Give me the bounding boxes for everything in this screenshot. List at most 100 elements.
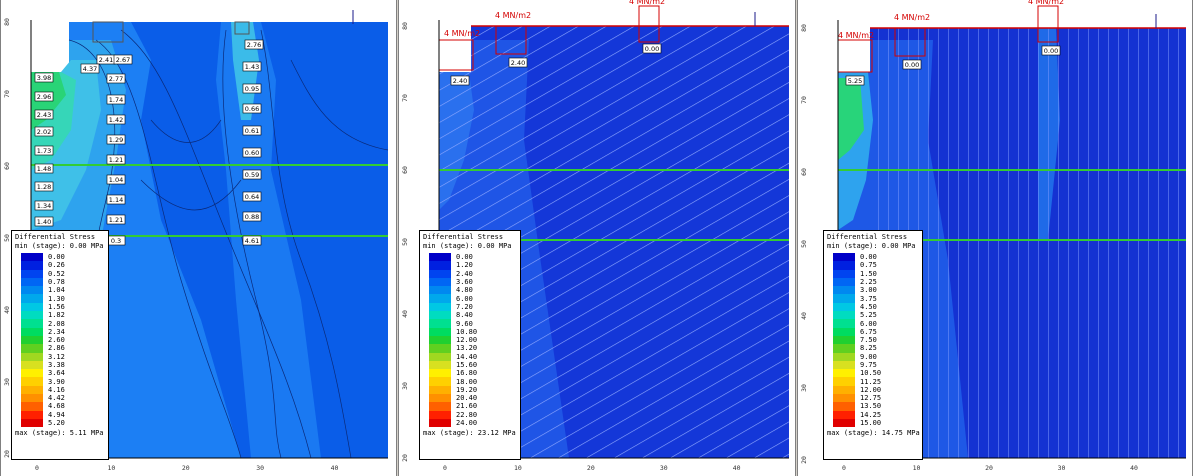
legend-value: 12.75 — [860, 394, 882, 403]
y-tick-label: 40 — [3, 306, 11, 314]
legend-entry: 0.52 — [21, 269, 105, 278]
legend-entry: 14.25 — [833, 410, 919, 419]
legend-swatch — [429, 410, 451, 419]
legend-entry: 8.25 — [833, 344, 919, 353]
stage-view-2[interactable]: 4 MN/m2 4 MN/m2 4 MN/m2 2.40 2.40 0.00 0 10 20… — [398, 0, 796, 476]
value-label: 2.76 — [247, 41, 261, 49]
x-tick-label: 40 — [1130, 464, 1138, 472]
legend-value: 11.25 — [860, 377, 882, 386]
legend-value: 0.00 — [860, 253, 877, 262]
legend-value: 0.26 — [48, 261, 65, 270]
x-tick-label: 30 — [660, 464, 668, 472]
stage-view-1[interactable]: 0 10 20 30 40 80 70 60 50 40 30 20 3.98 2.96 2.43 2.0… — [0, 0, 397, 476]
legend-entry: 1.56 — [21, 302, 105, 312]
legend-entry: 1.20 — [429, 261, 517, 270]
legend-min: min (stage): 0.00 MPa — [15, 242, 104, 250]
legend-swatch — [833, 369, 855, 378]
value-label: 0.66 — [245, 105, 259, 113]
legend-swatch — [833, 410, 855, 419]
legend-value: 10.50 — [860, 369, 882, 378]
legend-value: 21.60 — [456, 402, 478, 411]
legend-value: 12.00 — [456, 336, 478, 345]
legend-title: Differential Stress — [423, 233, 504, 241]
legend-swatch — [21, 369, 43, 378]
y-tick-label: 40 — [800, 312, 808, 320]
legend-value: 7.50 — [860, 336, 877, 345]
value-label: 1.74 — [109, 96, 123, 104]
value-label: 2.40 — [453, 77, 467, 85]
legend-value: 24.00 — [456, 419, 478, 428]
legend-value: 8.25 — [860, 344, 877, 353]
legend-value: 1.56 — [48, 302, 65, 311]
legend-swatch — [429, 319, 451, 328]
value-label: 2.02 — [37, 128, 51, 136]
legend-swatch — [429, 277, 451, 287]
value-label: 2.41 — [99, 56, 113, 64]
legend-title: Differential Stress — [827, 233, 908, 241]
y-tick-label: 50 — [800, 240, 808, 248]
legend-value: 2.34 — [48, 327, 65, 336]
legend-entry: 3.00 — [833, 286, 919, 295]
x-tick-label: 20 — [182, 464, 190, 472]
legend-swatch — [21, 286, 43, 295]
legend-entry: 11.25 — [833, 377, 919, 386]
legend-value: 3.75 — [860, 294, 877, 303]
y-tick-label: 70 — [800, 96, 808, 104]
legend-entry: 15.60 — [429, 360, 517, 370]
legend-swatch — [429, 394, 451, 403]
value-label: 1.21 — [109, 156, 123, 164]
legend-swatch — [833, 253, 855, 262]
legend-value: 9.75 — [860, 361, 877, 369]
legend-swatch — [833, 286, 855, 295]
legend-max: max (stage): 5.11 MPa — [15, 429, 104, 438]
value-label: 2.40 — [511, 59, 525, 67]
legend-swatch — [21, 327, 43, 336]
value-label: 1.04 — [109, 176, 123, 184]
value-label: 2.77 — [109, 75, 123, 83]
legend-entry: 21.60 — [429, 402, 517, 411]
legend-value: 0.00 — [456, 253, 473, 262]
legend-value: 18.00 — [456, 377, 478, 386]
legend-entry: 3.38 — [21, 360, 105, 370]
legend-swatch — [429, 352, 451, 361]
legend-swatch — [21, 253, 43, 262]
legend-swatch — [429, 311, 451, 320]
legend-swatch — [429, 418, 451, 428]
legend-entry: 15.00 — [833, 418, 919, 428]
legend-entry: 1.04 — [21, 286, 105, 295]
legend-scale: 0.00 0.75 1.50 2.25 3.00 3.75 4.50 5.25 6.00 6.75… — [833, 253, 919, 428]
viewport: 0 10 20 30 40 80 70 60 50 40 30 20 3.98 2.96 2.43 2.0… — [0, 0, 1193, 476]
value-label: 1.40 — [37, 218, 51, 226]
value-label: 0.00 — [905, 61, 919, 69]
value-label: 1.28 — [37, 183, 51, 191]
legend-swatch — [429, 369, 451, 378]
legend-entry: 2.25 — [833, 277, 919, 287]
x-tick-label: 30 — [256, 464, 264, 472]
legend-value: 4.16 — [48, 385, 65, 394]
stage-view-3[interactable]: 4 MN/m2 4 MN/m2 4 MN/m2 5.25 0.00 0.00 0 10 20… — [797, 0, 1193, 476]
legend-max: max (stage): 23.12 MPa — [423, 429, 516, 438]
x-tick-label: 10 — [913, 464, 921, 472]
legend-swatch — [21, 377, 43, 386]
x-tick-label: 0 — [443, 464, 447, 472]
legend-value: 4.68 — [48, 402, 65, 411]
legend-swatch — [429, 377, 451, 386]
legend-swatch — [429, 344, 451, 353]
legend-value: 12.00 — [860, 385, 882, 394]
legend-entry: 6.75 — [833, 327, 919, 336]
legend-swatch — [429, 261, 451, 270]
legend-entry: 4.68 — [21, 402, 105, 411]
load-label: 4 MN/m2 — [444, 29, 480, 38]
y-tick-label: 20 — [3, 450, 11, 458]
legend-value: 1.04 — [48, 286, 65, 295]
legend-2: Differential Stress min (stage): 0.00 MP… — [419, 230, 521, 460]
x-tick-label: 40 — [331, 464, 339, 472]
y-tick-label: 30 — [401, 382, 409, 390]
value-label: 1.73 — [37, 147, 51, 155]
legend-entry: 4.42 — [21, 394, 105, 403]
y-tick-label: 70 — [3, 90, 11, 98]
legend-entry: 24.00 — [429, 418, 517, 428]
legend-entry: 0.00 — [21, 253, 105, 262]
value-label: 4.61 — [245, 237, 259, 245]
legend-entry: 13.50 — [833, 402, 919, 411]
